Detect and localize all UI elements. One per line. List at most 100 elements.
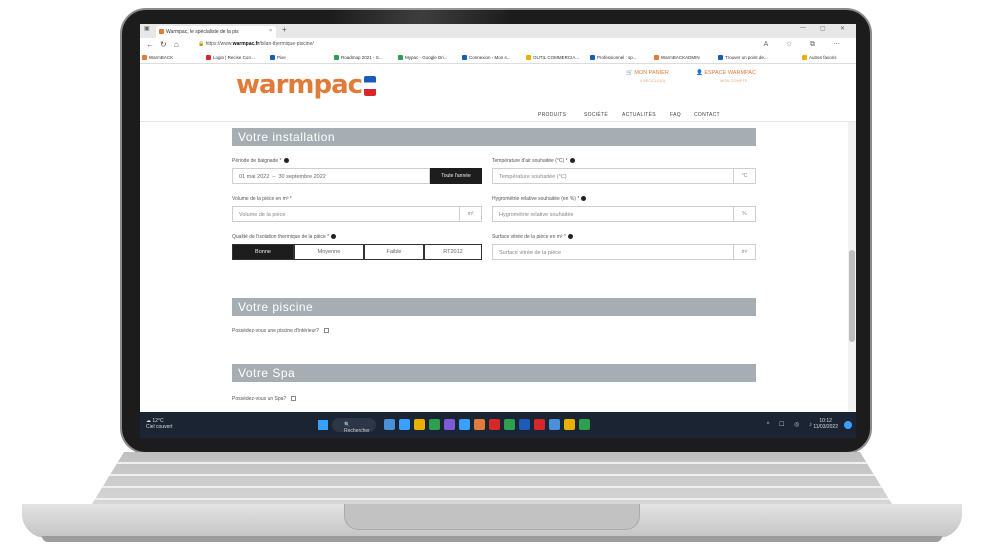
laptop-base (22, 452, 962, 544)
bookmark-item[interactable]: WarmBACKADMIN (654, 55, 700, 60)
isolation-option-faible[interactable]: Faible (364, 244, 424, 260)
bookmark-item[interactable]: WarmBACK (142, 55, 173, 60)
cart-label: MON PANIER (634, 70, 669, 76)
tab-actions-icon[interactable]: ▣ (144, 25, 150, 32)
taskbar-app-icon[interactable] (579, 419, 590, 430)
help-icon[interactable] (283, 158, 289, 163)
url-field[interactable]: 🔒 https://www.warmpac.fr/bilan-thermique… (198, 41, 314, 47)
installation-section-title: Votre installation (232, 128, 756, 146)
bookmark-item[interactable]: Roadmap 2021 - S... (334, 55, 383, 60)
key-row (92, 498, 892, 500)
help-icon[interactable] (331, 234, 337, 239)
bookmark-label: Professionnel : sp... (597, 55, 637, 60)
taskbar-app-icon[interactable] (534, 419, 545, 430)
piscine-checkbox[interactable] (323, 328, 329, 333)
taskbar-app-icon[interactable] (474, 419, 485, 430)
bookmark-item[interactable]: Connexion - Mon s... (462, 55, 511, 60)
bookmark-item[interactable]: Login | Recise Con... (206, 55, 255, 60)
temperature-input[interactable]: Température souhaitée (°C) °C (492, 168, 756, 184)
hygro-label: Hygrométrie relative souhaitée (en %) * (492, 196, 587, 202)
url-domain: warmpac.fr (232, 41, 260, 47)
home-icon[interactable]: ⌂ (174, 40, 179, 49)
address-bar: ← ↻ ⌂ 🔒 https://www.warmpac.fr/bilan-the… (140, 38, 856, 52)
volume-label: Volume de la pièce en m³ * (232, 196, 292, 202)
surface-vitree-input[interactable]: Surface vitrée de la pièce m² (492, 244, 756, 260)
hygrometrie-input[interactable]: Hygrométrie relative souhaitée% (492, 206, 756, 222)
bookmark-label: WarmBACKADMIN (661, 55, 700, 60)
bookmark-label: OUTIL COMMERCIA... (533, 55, 580, 60)
menu-actualites[interactable]: ACTUALITÉS (622, 112, 656, 118)
system-tray-icons[interactable]: ^ ☐ ◎ ♪ (767, 421, 816, 428)
taskbar-app-icon[interactable] (549, 419, 560, 430)
account-sub: MON COMPTE (720, 78, 748, 83)
volume-input[interactable]: Volume de la pièce m³ (232, 206, 482, 222)
isolation-option-bonne[interactable]: Bonne (232, 244, 294, 260)
bookmark-label: Connexion - Mon s... (469, 55, 511, 60)
taskbar-app-icon[interactable] (504, 419, 515, 430)
periode-to: 30 septembre 2022 (278, 174, 326, 180)
taskbar-search[interactable]: 🔍 Rechercher (332, 418, 376, 434)
weather-widget[interactable]: ☁ 12°C Ciel couvert (146, 418, 172, 430)
spa-checkbox[interactable] (291, 396, 297, 401)
isolation-option-moyenne[interactable]: Moyenne (294, 244, 364, 260)
window-close-icon[interactable]: ✕ (840, 25, 845, 32)
new-tab-icon[interactable]: + (282, 25, 287, 34)
tab-close-icon[interactable]: × (269, 28, 272, 34)
notification-icon[interactable] (844, 421, 852, 429)
taskbar-app-icon[interactable] (444, 419, 455, 430)
help-icon[interactable] (569, 158, 575, 163)
reload-icon[interactable]: ↻ (160, 40, 167, 49)
taskbar-app-icon[interactable] (429, 419, 440, 430)
taskbar-app-icon[interactable] (384, 419, 395, 430)
start-icon[interactable] (318, 420, 328, 430)
piscine-question-text: Possédez-vous une piscine d'intérieur? (232, 328, 319, 334)
browser-tab[interactable]: Warmpac, le spécialiste de la pis × (156, 26, 276, 38)
taskbar-app-icon[interactable] (489, 419, 500, 430)
menu-produits[interactable]: PRODUITS (538, 112, 566, 118)
bookmark-icon (590, 55, 595, 60)
page-scrollbar[interactable] (848, 122, 856, 412)
taskbar-app-icon[interactable] (399, 419, 410, 430)
taskbar-app-icon[interactable] (519, 419, 530, 430)
help-icon[interactable] (581, 196, 587, 201)
bookmark-item[interactable]: Autres favoris (802, 55, 837, 60)
logo-warm: warm (236, 70, 314, 100)
warmpac-logo[interactable]: warmpac (236, 70, 377, 100)
taskbar-app-icon[interactable] (564, 419, 575, 430)
bookmark-item[interactable]: Professionnel : sp... (590, 55, 637, 60)
key-row (92, 462, 892, 464)
taskbar-app-icon[interactable] (414, 419, 425, 430)
taskbar-app-icon[interactable] (459, 419, 470, 430)
help-icon[interactable] (567, 234, 573, 239)
address-bar-icons[interactable]: A ☆ ⧉ ⋯ (764, 40, 848, 49)
bookmark-item[interactable]: Trouver un point de... (718, 55, 768, 60)
minimize-icon[interactable]: — (800, 25, 806, 31)
bookmark-icon (526, 55, 531, 60)
url-path: /bilan-thermique-piscine/ (259, 41, 314, 47)
bookmark-label: Trouver un point de... (725, 55, 768, 60)
back-icon[interactable]: ← (146, 40, 154, 49)
taskbar-clock[interactable]: 10:12 11/03/2022 (813, 418, 838, 430)
account-label: ESPACE WARMPAC (704, 70, 756, 76)
menu-societe[interactable]: SOCIÉTÉ (584, 112, 608, 118)
bookmark-label: Pixe (277, 55, 286, 60)
bookmark-item[interactable]: Pixe (270, 55, 286, 60)
french-flag-icon (364, 76, 377, 96)
isolation-option-rt2012[interactable]: RT2012 (424, 244, 482, 260)
menu-contact[interactable]: CONTACT (694, 112, 720, 118)
cart-link[interactable]: 🛒 MON PANIER (626, 70, 669, 76)
periode-date-range-input[interactable]: 01 mai 2022 – 30 septembre 2022 (232, 168, 430, 184)
bookmark-item[interactable]: OUTIL COMMERCIA... (526, 55, 579, 60)
toute-annee-button[interactable]: Toute l'année (430, 168, 482, 184)
laptop-screen: ▣ Warmpac, le spécialiste de la pis × + … (140, 24, 856, 438)
account-link[interactable]: 👤 ESPACE WARMPAC (696, 70, 756, 76)
laptop-trackpad (344, 504, 640, 530)
surface-unit: m² (733, 245, 755, 259)
scrollbar-thumb[interactable] (849, 250, 855, 342)
menu-faq[interactable]: FAQ (670, 112, 681, 118)
bookmark-item[interactable]: Mypac - Google Dri... (398, 55, 448, 60)
bookmark-icon (462, 55, 467, 60)
hygrometrie-placeholder: Hygrométrie relative souhaitée (499, 212, 574, 218)
maximize-icon[interactable]: ▢ (820, 25, 826, 32)
logo-pac: pac (313, 70, 363, 100)
